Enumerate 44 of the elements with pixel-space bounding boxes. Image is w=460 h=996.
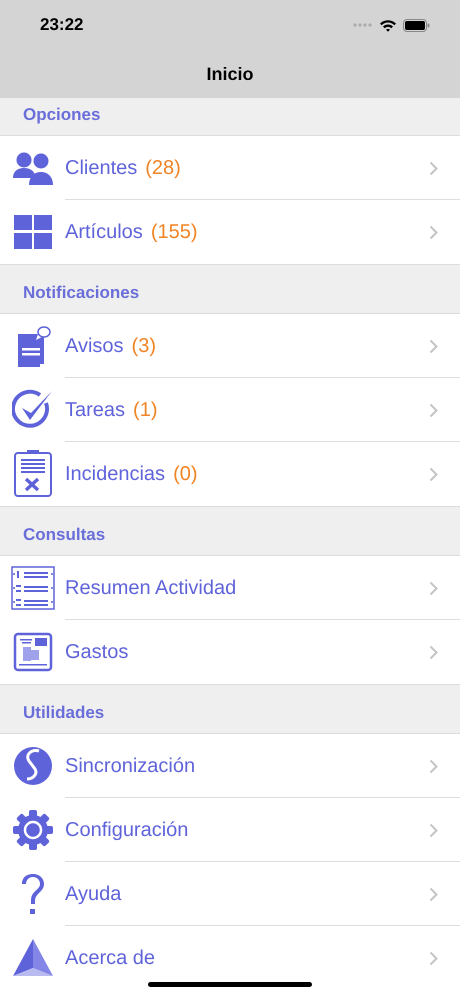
item-count: (3)	[132, 334, 156, 359]
item-label: Avisos	[65, 334, 124, 359]
item-count: (28)	[145, 156, 181, 181]
section-header: Notificaciones	[23, 282, 140, 304]
item-label: Artículos	[65, 220, 143, 245]
section-header: Consultas	[23, 524, 106, 546]
item-label: Acerca de	[65, 946, 156, 971]
document-icon	[12, 632, 52, 672]
item-label: Sincronización	[65, 754, 196, 779]
chevron-icon	[429, 580, 438, 596]
item-label: Configuración	[65, 818, 188, 843]
battery-icon	[403, 18, 430, 32]
item-label: Tareas	[65, 398, 126, 423]
item-label: Resumen Actividad	[65, 576, 236, 601]
chevron-icon	[429, 950, 438, 966]
people-icon	[12, 151, 52, 185]
chevron-icon	[429, 160, 438, 176]
chevron-icon	[429, 224, 438, 240]
chevron-icon	[429, 886, 438, 902]
chevron-icon	[429, 644, 438, 660]
grid-icon	[12, 215, 52, 249]
clipboard-x-icon	[12, 450, 52, 498]
chevron-icon	[429, 402, 438, 418]
pyramid-icon	[12, 938, 54, 978]
sync-icon	[12, 745, 52, 787]
screen-title: Inicio	[206, 62, 254, 86]
clock-time: 23:22	[40, 14, 84, 36]
item-label: Gastos	[65, 640, 128, 665]
item-label: Ayuda	[65, 882, 122, 907]
signal-icon	[353, 23, 373, 27]
item-count: (0)	[173, 462, 198, 487]
item-label: Clientes	[65, 156, 138, 181]
item-count: (1)	[133, 398, 158, 423]
chevron-icon	[429, 466, 438, 482]
chevron-icon	[429, 822, 438, 838]
chevron-icon	[429, 338, 438, 354]
wifi-icon	[379, 18, 397, 32]
chevron-icon	[429, 758, 438, 774]
item-label: Incidencias	[65, 462, 166, 487]
gear-icon	[12, 809, 54, 851]
section-header: Utilidades	[23, 702, 104, 724]
item-count: (155)	[150, 220, 198, 245]
numbered-list-icon	[10, 566, 54, 610]
section-header: Opciones	[23, 104, 100, 126]
